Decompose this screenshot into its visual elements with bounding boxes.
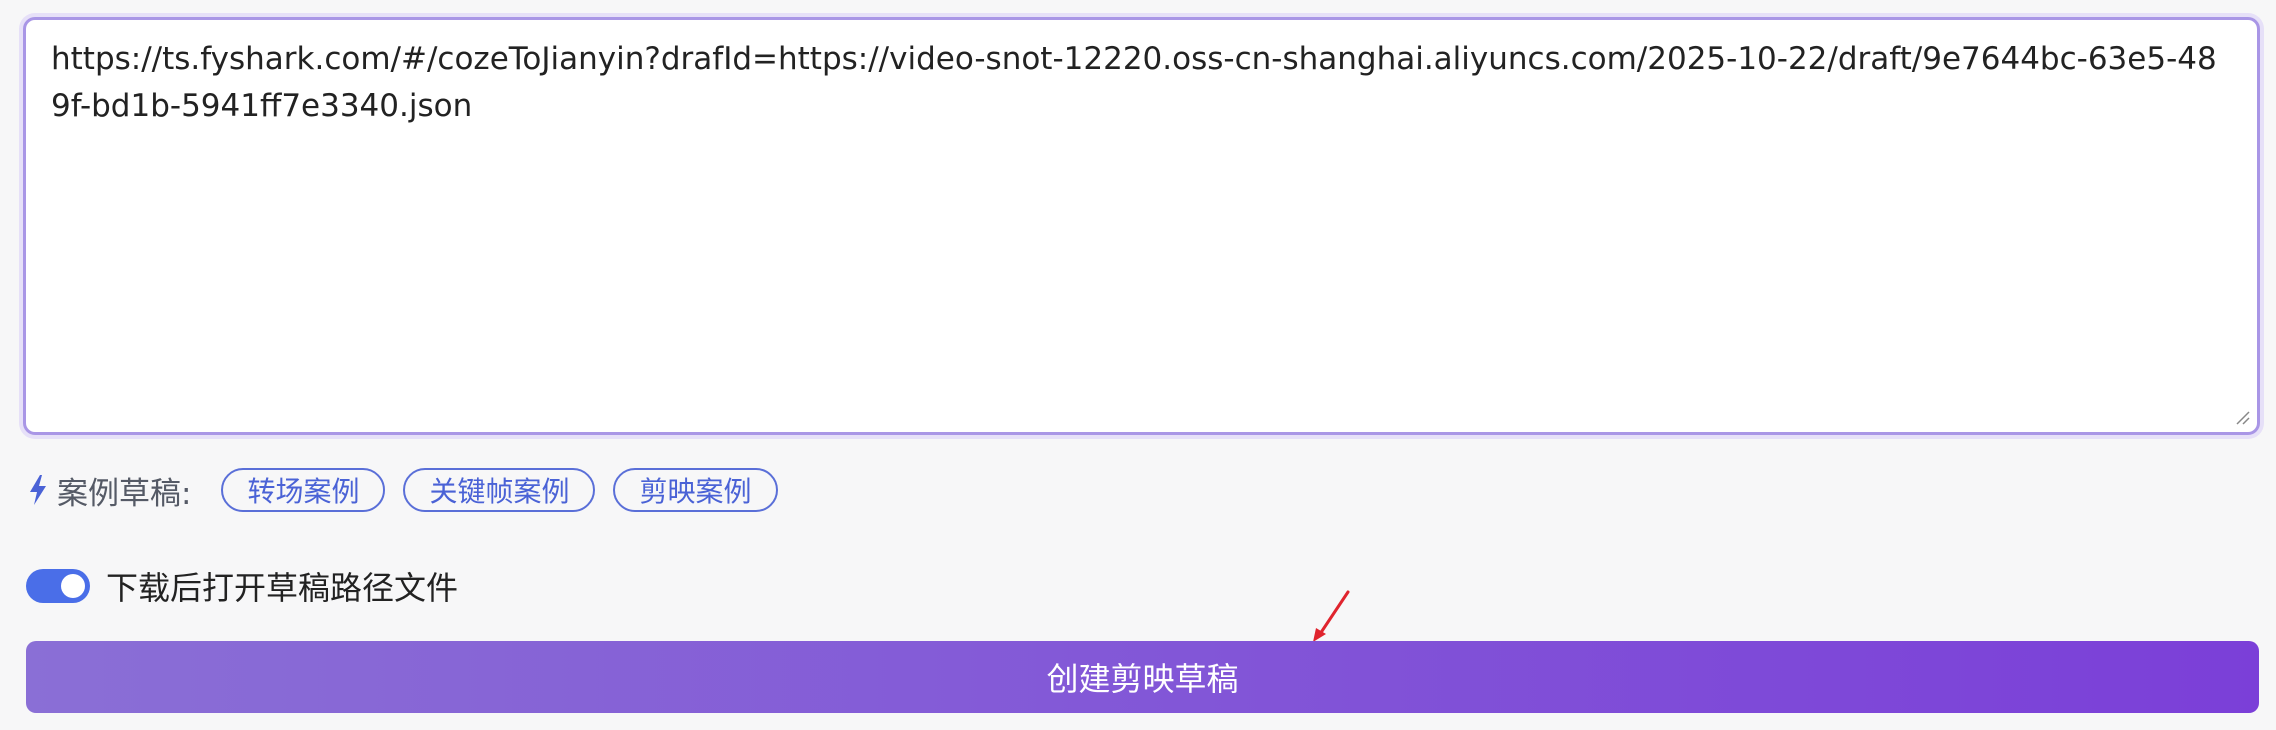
draft-url-textarea[interactable]: [26, 20, 2257, 432]
page: 案例草稿: 转场案例 关键帧案例 剪映案例 下载后打开草稿路径文件 创建剪映草稿: [0, 0, 2276, 730]
example-drafts-row: 案例草稿: 转场案例 关键帧案例 剪映案例: [27, 466, 796, 514]
red-arrow-annotation-icon: [1313, 590, 1350, 642]
create-jianying-draft-button[interactable]: 创建剪映草稿: [26, 641, 2259, 713]
toggle-knob: [61, 574, 85, 598]
lightning-bolt-icon: [30, 475, 46, 505]
chip-jianying-example[interactable]: 剪映案例: [613, 468, 778, 512]
chip-keyframe-example[interactable]: 关键帧案例: [403, 468, 596, 512]
resize-handle-icon[interactable]: [2233, 408, 2251, 426]
chip-transition-example[interactable]: 转场案例: [221, 468, 386, 512]
draft-url-textarea-container: [23, 17, 2260, 435]
open-path-toggle[interactable]: [26, 569, 90, 603]
example-drafts-label: 案例草稿:: [57, 475, 192, 512]
create-button-label: 创建剪映草稿: [1046, 660, 1239, 698]
open-path-toggle-row: 下载后打开草稿路径文件: [26, 562, 458, 610]
open-path-toggle-label: 下载后打开草稿路径文件: [106, 569, 459, 607]
